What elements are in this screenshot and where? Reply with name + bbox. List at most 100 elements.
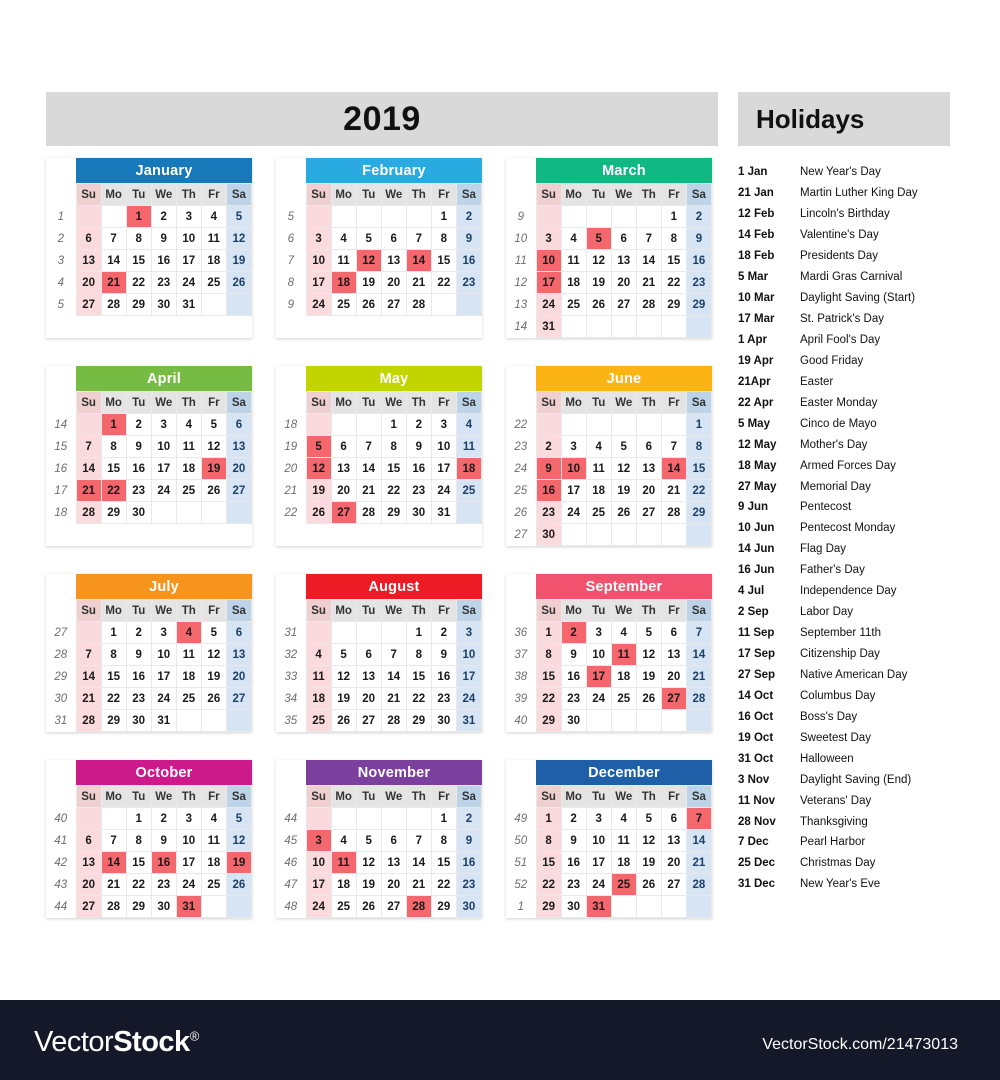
day-cell[interactable]: 3 [430,413,457,436]
day-cell[interactable]: 26 [200,479,227,502]
day-cell[interactable]: 10 [585,829,612,852]
day-cell[interactable]: 10 [175,829,202,852]
day-cell[interactable]: 15 [100,665,127,688]
day-cell[interactable]: 17 [175,249,202,272]
day-cell[interactable]: 7 [635,227,662,250]
day-cell[interactable]: 12 [610,457,637,480]
day-cell[interactable]: 12 [355,851,382,874]
day-cell[interactable]: 3 [175,205,202,228]
day-cell[interactable]: 9 [455,829,483,852]
day-cell-holiday[interactable]: 4 [175,621,202,644]
day-cell[interactable]: 23 [455,873,483,896]
day-cell[interactable]: 13 [355,665,382,688]
day-cell[interactable]: 16 [430,665,457,688]
day-cell[interactable]: 25 [175,687,202,710]
day-cell[interactable]: 11 [455,435,483,458]
day-cell[interactable]: 23 [150,271,177,294]
day-cell[interactable]: 25 [200,873,227,896]
day-cell[interactable]: 14 [405,851,432,874]
day-cell-holiday[interactable]: 11 [610,643,637,666]
day-cell[interactable]: 11 [305,665,332,688]
day-cell[interactable]: 16 [560,851,587,874]
day-cell[interactable]: 27 [610,293,637,316]
day-cell[interactable]: 28 [100,293,127,316]
day-cell[interactable]: 12 [330,665,357,688]
day-cell[interactable]: 10 [305,249,332,272]
day-cell[interactable]: 6 [380,829,407,852]
day-cell[interactable]: 22 [430,271,457,294]
day-cell[interactable]: 14 [355,457,382,480]
day-cell[interactable]: 30 [560,709,587,732]
day-cell[interactable]: 13 [330,457,357,480]
day-cell[interactable]: 27 [225,687,253,710]
day-cell[interactable]: 27 [635,501,662,524]
day-cell-holiday[interactable]: 3 [305,829,332,852]
day-cell[interactable]: 27 [225,479,253,502]
day-cell-holiday[interactable]: 2 [560,621,587,644]
day-cell[interactable]: 10 [150,435,177,458]
day-cell[interactable]: 10 [305,851,332,874]
day-cell[interactable]: 21 [685,851,713,874]
day-cell[interactable]: 6 [380,227,407,250]
day-cell-holiday[interactable]: 21 [100,271,127,294]
day-cell[interactable]: 16 [455,851,483,874]
day-cell[interactable]: 12 [225,829,253,852]
day-cell[interactable]: 8 [100,435,127,458]
day-cell[interactable]: 29 [430,895,457,918]
day-cell-holiday[interactable]: 27 [330,501,357,524]
day-cell[interactable]: 23 [685,271,713,294]
day-cell[interactable]: 25 [175,479,202,502]
day-cell[interactable]: 23 [150,873,177,896]
day-cell[interactable]: 20 [225,665,253,688]
day-cell[interactable]: 31 [175,293,202,316]
day-cell[interactable]: 26 [225,271,253,294]
day-cell[interactable]: 14 [75,665,102,688]
day-cell[interactable]: 26 [330,709,357,732]
day-cell[interactable]: 19 [635,851,662,874]
day-cell[interactable]: 5 [225,205,253,228]
day-cell[interactable]: 9 [150,829,177,852]
day-cell[interactable]: 24 [430,479,457,502]
day-cell[interactable]: 22 [660,271,687,294]
day-cell[interactable]: 25 [200,271,227,294]
day-cell[interactable]: 8 [405,643,432,666]
day-cell[interactable]: 2 [455,205,483,228]
day-cell[interactable]: 11 [200,227,227,250]
day-cell[interactable]: 8 [100,643,127,666]
day-cell[interactable]: 24 [150,687,177,710]
day-cell[interactable]: 25 [560,293,587,316]
day-cell-holiday[interactable]: 16 [150,851,177,874]
day-cell-holiday[interactable]: 10 [560,457,587,480]
day-cell[interactable]: 30 [125,709,152,732]
day-cell[interactable]: 30 [535,523,562,546]
day-cell[interactable]: 5 [635,621,662,644]
day-cell[interactable]: 16 [455,249,483,272]
day-cell[interactable]: 19 [330,687,357,710]
day-cell[interactable]: 27 [660,873,687,896]
day-cell[interactable]: 16 [125,665,152,688]
day-cell[interactable]: 28 [75,709,102,732]
day-cell[interactable]: 14 [685,829,713,852]
day-cell[interactable]: 9 [125,435,152,458]
day-cell[interactable]: 30 [430,709,457,732]
day-cell-holiday[interactable]: 7 [685,807,713,830]
day-cell-holiday[interactable]: 5 [305,435,332,458]
day-cell[interactable]: 4 [610,621,637,644]
day-cell[interactable]: 1 [535,807,562,830]
day-cell[interactable]: 13 [635,457,662,480]
day-cell[interactable]: 28 [685,873,713,896]
day-cell[interactable]: 21 [405,271,432,294]
day-cell[interactable]: 14 [635,249,662,272]
day-cell[interactable]: 19 [610,479,637,502]
day-cell[interactable]: 8 [685,435,713,458]
day-cell-holiday[interactable]: 22 [100,479,127,502]
day-cell[interactable]: 21 [635,271,662,294]
day-cell[interactable]: 6 [225,413,253,436]
day-cell[interactable]: 11 [200,829,227,852]
day-cell[interactable]: 5 [610,435,637,458]
day-cell[interactable]: 1 [100,621,127,644]
day-cell[interactable]: 3 [585,621,612,644]
day-cell[interactable]: 6 [330,435,357,458]
day-cell[interactable]: 27 [380,895,407,918]
day-cell[interactable]: 13 [225,435,253,458]
